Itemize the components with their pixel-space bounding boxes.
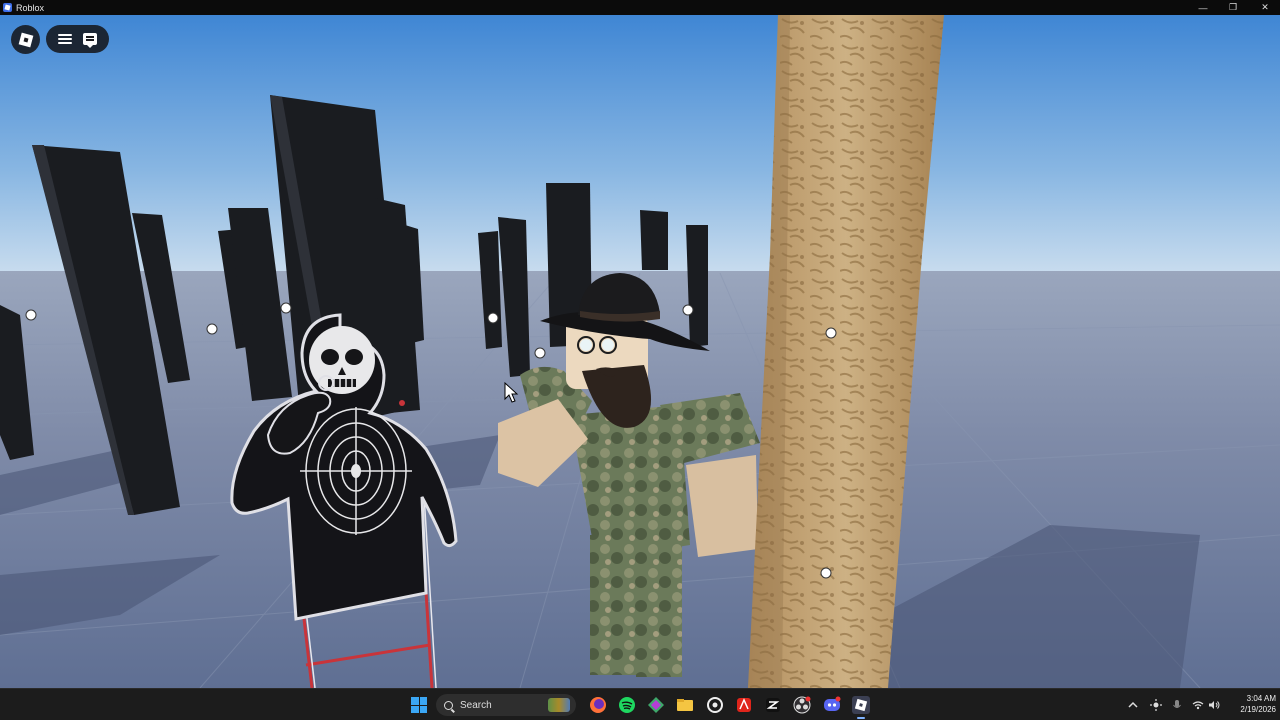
mic-icon[interactable] <box>1172 689 1182 720</box>
steam-icon[interactable] <box>705 695 725 715</box>
close-button[interactable]: ✕ <box>1250 0 1280 15</box>
search-label: Search <box>460 699 492 711</box>
restore-button[interactable]: ❐ <box>1218 0 1248 15</box>
file-explorer-icon[interactable] <box>675 695 695 715</box>
taskbar: Search 3:04 AM 2/19/2026 <box>0 688 1280 720</box>
active-app-indicator <box>857 717 865 719</box>
chat-icon[interactable] <box>83 33 98 48</box>
search-highlight-icon <box>548 698 570 712</box>
roblox-logo-icon <box>18 32 33 47</box>
clock-time: 3:04 AM <box>1246 694 1276 703</box>
firefox-icon[interactable] <box>588 695 608 715</box>
screen: Roblox — ❐ ✕ Search 3:04 AM 2/19/2026 <box>0 0 1280 720</box>
game-viewport[interactable] <box>0 15 1280 688</box>
taskbar-clock[interactable]: 3:04 AM 2/19/2026 <box>1222 693 1276 715</box>
core-controls <box>46 25 109 53</box>
window-title: Roblox <box>16 2 45 13</box>
acrobat-icon[interactable] <box>734 695 754 715</box>
brightness-icon[interactable] <box>1150 689 1162 720</box>
menu-icon[interactable] <box>57 34 72 44</box>
game-scene <box>0 15 1280 688</box>
roblox-icon[interactable] <box>851 695 871 715</box>
search-icon <box>444 700 453 710</box>
clock-date: 2/19/2026 <box>1240 705 1276 714</box>
start-icon[interactable] <box>409 695 429 715</box>
spotify-icon[interactable] <box>617 695 637 715</box>
volume-icon[interactable] <box>1208 689 1220 720</box>
obs-icon[interactable] <box>792 695 812 715</box>
discord-icon[interactable] <box>822 695 842 715</box>
window-titlebar[interactable]: Roblox — ❐ ✕ <box>0 0 1280 15</box>
roblox-app-icon <box>3 3 12 12</box>
capcut-icon[interactable] <box>763 695 783 715</box>
taskbar-search[interactable]: Search <box>436 694 576 716</box>
wifi-icon[interactable] <box>1192 689 1204 720</box>
vs-code-icon[interactable] <box>646 695 666 715</box>
roblox-menu-button[interactable] <box>11 25 40 54</box>
minimize-button[interactable]: — <box>1188 0 1218 15</box>
chevron-up-icon[interactable] <box>1128 689 1138 720</box>
